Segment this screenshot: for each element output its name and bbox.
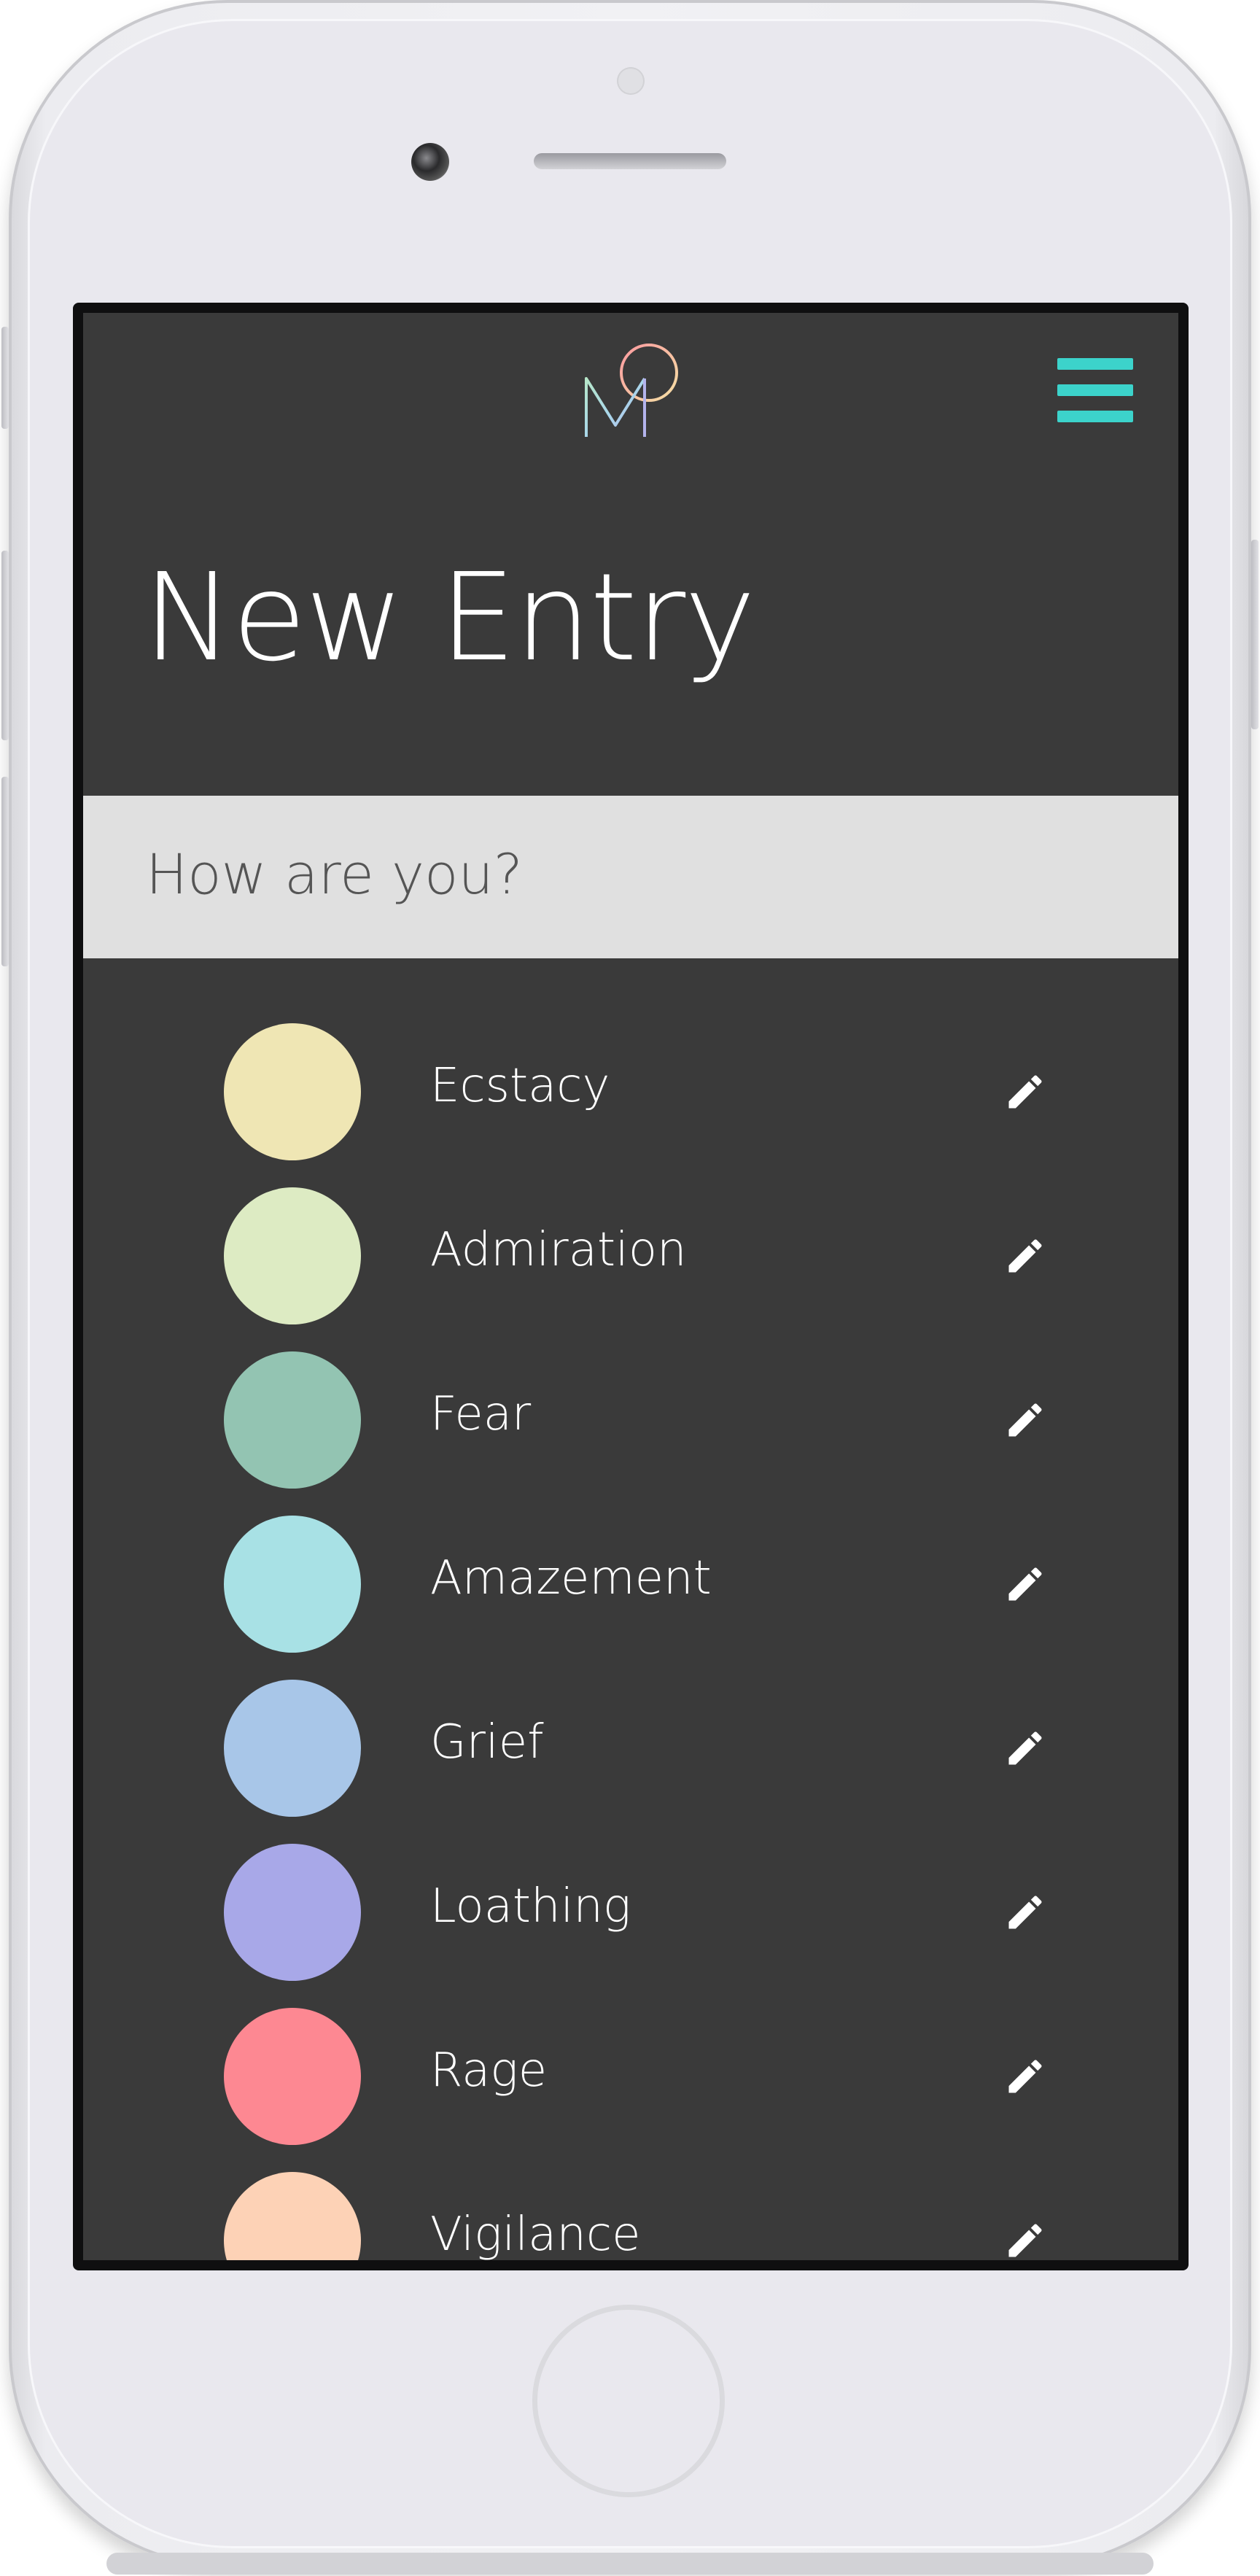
emotion-item-amazement[interactable]: Amazement (83, 1516, 1178, 1680)
emotion-item-fear[interactable]: Fear (83, 1351, 1178, 1516)
emotion-color-swatch[interactable] (224, 1023, 361, 1160)
emotion-label: Rage (430, 2044, 548, 2098)
emotion-item-ecstacy[interactable]: Ecstacy (83, 1023, 1178, 1187)
pencil-icon[interactable] (1003, 2055, 1047, 2098)
emotion-color-swatch[interactable] (224, 2008, 361, 2145)
pencil-icon[interactable] (1003, 1562, 1047, 1606)
emotion-label: Fear (430, 1387, 532, 1441)
menu-line (1057, 411, 1133, 422)
emotion-color-swatch[interactable] (224, 1680, 361, 1817)
volume-up-button (1, 551, 9, 740)
emotion-label: Vigilance (430, 2208, 641, 2262)
mood-prompt: How are you? (146, 842, 524, 907)
volume-down-button (1, 777, 9, 966)
app-screen: New Entry How are you? Ecstacy Admiratio… (73, 303, 1189, 2270)
earpiece-speaker (534, 153, 726, 169)
mood-prompt-bar: How are you? (83, 796, 1178, 958)
emotion-item-vigilance[interactable]: Vigilance (83, 2172, 1178, 2262)
pencil-icon[interactable] (1003, 2219, 1047, 2260)
emotion-color-swatch[interactable] (224, 1351, 361, 1489)
emotion-item-loathing[interactable]: Loathing (83, 1844, 1178, 2008)
pencil-icon[interactable] (1003, 1070, 1047, 1114)
front-camera (411, 143, 449, 181)
hamburger-menu-icon[interactable] (1057, 358, 1133, 422)
emotion-label: Admiration (430, 1223, 687, 1277)
emotion-label: Loathing (430, 1879, 631, 1933)
emotion-color-swatch[interactable] (224, 1516, 361, 1653)
emotion-list: Ecstacy Admiration Fear Amazement Grief … (83, 1023, 1178, 2262)
moodi-logo[interactable] (579, 344, 688, 446)
emotion-item-rage[interactable]: Rage (83, 2008, 1178, 2172)
home-button[interactable] (532, 2305, 725, 2497)
menu-line (1057, 358, 1133, 370)
proximity-sensor (617, 67, 645, 95)
menu-line (1057, 384, 1133, 396)
emotion-label: Grief (430, 1715, 544, 1769)
pencil-icon[interactable] (1003, 1398, 1047, 1442)
phone-shadow (106, 2553, 1154, 2575)
emotion-label: Ecstacy (430, 1059, 610, 1113)
pencil-icon[interactable] (1003, 1726, 1047, 1770)
emotion-color-swatch[interactable] (224, 1844, 361, 1981)
silent-switch (1, 327, 9, 429)
page-title: New Entry (143, 548, 756, 688)
power-button (1251, 540, 1259, 729)
emotion-label: Amazement (430, 1551, 712, 1605)
emotion-item-admiration[interactable]: Admiration (83, 1187, 1178, 1351)
emotion-item-grief[interactable]: Grief (83, 1680, 1178, 1844)
pencil-icon[interactable] (1003, 1890, 1047, 1934)
top-bar (83, 313, 1178, 466)
emotion-color-swatch[interactable] (224, 2172, 361, 2260)
pencil-icon[interactable] (1003, 1234, 1047, 1278)
emotion-color-swatch[interactable] (224, 1187, 361, 1324)
